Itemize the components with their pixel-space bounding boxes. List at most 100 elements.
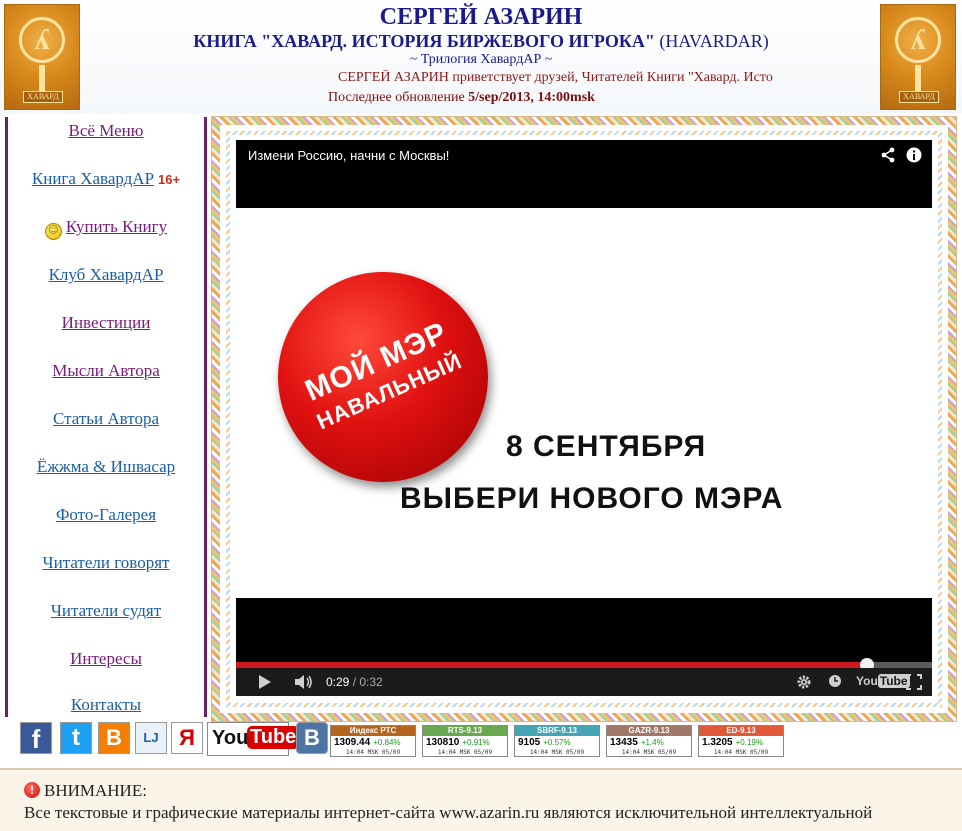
nav-interests[interactable]: Интересы bbox=[8, 649, 204, 669]
ticker-name: GAZR-9.13 bbox=[607, 726, 691, 736]
ticker-value-row: 1309.44 +0.84% bbox=[331, 736, 415, 749]
youtube-button-you: You bbox=[212, 727, 249, 749]
ticker-name: ED-9.13 bbox=[699, 726, 783, 736]
logo-plate: ХАВАРД bbox=[23, 91, 63, 103]
ticker-value-row: 13435 +1.4% bbox=[607, 736, 691, 749]
player-controls: 0:29 / 0:32 You Tube bbox=[236, 668, 932, 696]
video-date-text: 8 СЕНТЯБРЯ bbox=[506, 430, 707, 463]
nav-label: Мысли Автора bbox=[52, 361, 160, 380]
ticker-time: 14:04 MSK 05/09 bbox=[437, 749, 493, 756]
nav-label: Статьи Автора bbox=[52, 409, 160, 428]
book-title: КНИГА "ХАВАРД. ИСТОРИЯ БИРЖЕВОГО ИГРОКА" bbox=[193, 31, 655, 51]
last-update: Последнее обновление 5/sep/2013, 14:00ms… bbox=[328, 90, 595, 106]
nav-label: Ёжжма & Ишвасар bbox=[36, 457, 176, 476]
youtube-logo[interactable]: You Tube bbox=[856, 674, 910, 688]
site-title: СЕРГЕЙ АЗАРИН bbox=[379, 4, 583, 30]
nav-readers-say[interactable]: Читатели говорят bbox=[8, 553, 204, 573]
last-update-value: 5/sep/2013, 14:00msk bbox=[468, 90, 595, 105]
notice-title: ВНИМАНИЕ: bbox=[44, 781, 147, 800]
ticker-time: 14:04 MSK 05/09 bbox=[345, 749, 401, 756]
logo-plate: ХАВАРД bbox=[899, 91, 939, 103]
nav-photo-gallery[interactable]: Фото-Галерея bbox=[8, 505, 204, 525]
nav-label: Купить Книгу bbox=[65, 217, 168, 236]
video-frame[interactable]: МОЙ МЭР НАВАЛЬНЫЙ 8 СЕНТЯБРЯ ВЫБЕРИ НОВО… bbox=[236, 208, 932, 598]
twitter-icon[interactable]: t bbox=[60, 722, 92, 754]
logo-stem bbox=[39, 65, 45, 91]
video-title[interactable]: Измени Россию, начни с Москвы! bbox=[248, 148, 449, 163]
yandex-icon[interactable]: Я bbox=[171, 722, 203, 754]
ticker-value: 130810 bbox=[426, 737, 460, 748]
nav-readers-judge[interactable]: Читатели судят bbox=[8, 601, 204, 621]
nav-club[interactable]: Клуб ХавардАР bbox=[8, 265, 204, 285]
ticker-widget[interactable]: RTS-9.13 130810 +0.91% 14:04 MSK 05/09 bbox=[422, 725, 508, 757]
ticker-widget[interactable]: Индекс РТС 1309.44 +0.84% 14:04 MSK 05/09 bbox=[330, 725, 416, 757]
fullscreen-icon[interactable] bbox=[906, 674, 922, 690]
duration: / 0:32 bbox=[352, 675, 383, 689]
ticker-widget[interactable]: ED-9.13 1.3205 +0.19% 14:04 MSK 05/09 bbox=[698, 725, 784, 757]
nav-buy-book[interactable]: ☺ Купить Книгу bbox=[8, 217, 204, 240]
nav-label: Фото-Галерея bbox=[55, 505, 157, 524]
settings-gear-icon[interactable] bbox=[796, 674, 812, 690]
youtube-player[interactable]: Измени Россию, начни с Москвы! МОЙ МЭР Н… bbox=[236, 140, 932, 696]
nav-investments[interactable]: Инвестиции bbox=[8, 313, 204, 333]
blogger-icon[interactable]: B bbox=[98, 722, 130, 754]
warning-icon: ! bbox=[24, 782, 40, 798]
ticker-change: +0.57% bbox=[543, 738, 571, 747]
site-header: ʎ ХАВАРД ʎ ХАВАРД СЕРГЕЙ АЗАРИН КНИГА "Х… bbox=[0, 0, 962, 114]
notice-text: Все текстовые и графические материалы ин… bbox=[24, 803, 873, 822]
vk-icon[interactable]: B bbox=[296, 722, 328, 754]
share-icon[interactable] bbox=[880, 147, 896, 163]
ticker-value: 1309.44 bbox=[334, 737, 371, 748]
sidebar-nav: Всё Меню Книга ХавардАР 16+ ☺ Купить Книгу… bbox=[5, 117, 207, 717]
ticker-change: +0.91% bbox=[462, 738, 490, 747]
play-icon[interactable] bbox=[256, 674, 272, 690]
ticker-value-row: 1.3205 +0.19% bbox=[699, 736, 783, 749]
ticker-name: RTS-9.13 bbox=[423, 726, 507, 736]
campaign-badge: МОЙ МЭР НАВАЛЬНЫЙ bbox=[278, 272, 488, 482]
watch-later-icon[interactable] bbox=[828, 674, 842, 688]
youtube-logo-tube: Tube bbox=[877, 674, 910, 688]
ticker-widget[interactable]: GAZR-9.13 13435 +1.4% 14:04 MSK 05/09 bbox=[606, 725, 692, 757]
nav-label: Читатели судят bbox=[50, 601, 162, 620]
ticker-time: 14:04 MSK 05/09 bbox=[529, 749, 585, 756]
nav-book[interactable]: Книга ХавардАР 16+ bbox=[8, 169, 204, 189]
ticker-value-row: 130810 +0.91% bbox=[423, 736, 507, 749]
site-subtitle: КНИГА "ХАВАРД. ИСТОРИЯ БИРЖЕВОГО ИГРОКА"… bbox=[0, 31, 962, 52]
last-update-label: Последнее обновление bbox=[328, 90, 465, 105]
youtube-button-tube: Tube bbox=[247, 726, 300, 749]
ticker-change: +0.19% bbox=[735, 738, 763, 747]
badge-text: МОЙ МЭР НАВАЛЬНЫЙ bbox=[244, 238, 521, 515]
nav-label: Всё Меню bbox=[68, 121, 144, 140]
nav-label: Контакты bbox=[70, 695, 142, 714]
trilogy-label: ~ Трилогия ХавардАР ~ bbox=[409, 52, 553, 67]
smiley-icon: ☺ bbox=[44, 223, 62, 240]
current-time: 0:29 bbox=[326, 675, 350, 689]
volume-icon[interactable] bbox=[294, 674, 314, 690]
info-icon[interactable] bbox=[906, 147, 922, 163]
facebook-icon[interactable]: f bbox=[20, 722, 52, 754]
ticker-widget[interactable]: SBRF-9.13 9105 +0.57% 14:04 MSK 05/09 bbox=[514, 725, 600, 757]
nav-label: Интересы bbox=[70, 649, 142, 668]
ticker-time: 14:04 MSK 05/09 bbox=[621, 749, 677, 756]
nav-all-menu[interactable]: Всё Меню bbox=[8, 121, 204, 141]
livejournal-icon[interactable]: LJ bbox=[135, 722, 167, 754]
nav-label: Клуб ХавардАР bbox=[48, 265, 164, 284]
nav-contacts[interactable]: Контакты bbox=[8, 695, 204, 715]
ticker-value: 9105 bbox=[518, 737, 541, 748]
nav-author-thoughts[interactable]: Мысли Автора bbox=[8, 361, 204, 381]
ticker-value-row: 9105 +0.57% bbox=[515, 736, 599, 749]
greeting-marquee: СЕРГЕЙ АЗАРИН приветствует друзей, Читат… bbox=[338, 70, 773, 85]
nav-yozhzhma[interactable]: Ёжжма & Ишвасар bbox=[8, 457, 204, 477]
nav-author-articles[interactable]: Статьи Автора bbox=[8, 409, 204, 429]
ticker-value: 1.3205 bbox=[702, 737, 733, 748]
logo-stem bbox=[915, 65, 921, 91]
nav-label: Читатели говорят bbox=[42, 553, 170, 572]
ticker-change: +0.84% bbox=[373, 738, 401, 747]
youtube-logo-you: You bbox=[856, 674, 878, 688]
ticker-time: 14:04 MSK 05/09 bbox=[713, 749, 769, 756]
time-display: 0:29 / 0:32 bbox=[326, 675, 383, 689]
youtube-channel-button[interactable]: You Tube bbox=[207, 722, 300, 756]
copyright-notice: ! ВНИМАНИЕ: Все текстовые и графические … bbox=[0, 768, 962, 831]
nav-label: Книга ХавардАР bbox=[31, 169, 155, 188]
ticker-name: Индекс РТС bbox=[331, 726, 415, 736]
